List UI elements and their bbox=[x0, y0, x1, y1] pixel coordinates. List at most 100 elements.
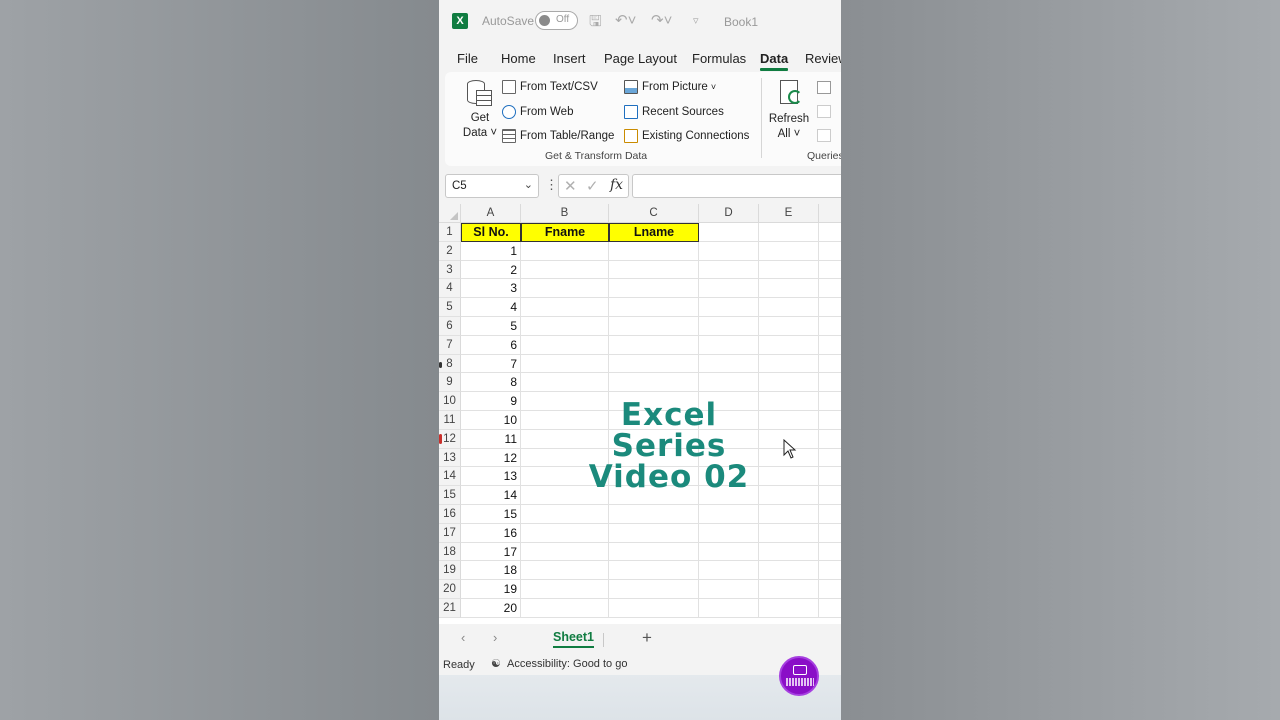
cell[interactable] bbox=[521, 542, 609, 562]
column-header-b[interactable]: B bbox=[521, 204, 609, 223]
row-header[interactable]: 3 bbox=[439, 260, 461, 280]
properties-icon[interactable] bbox=[817, 105, 831, 118]
cell[interactable] bbox=[609, 260, 699, 280]
cell[interactable] bbox=[759, 523, 819, 543]
undo-icon[interactable]: ↶˅ bbox=[615, 11, 636, 29]
cell[interactable] bbox=[819, 449, 841, 468]
cell[interactable]: 4 bbox=[461, 298, 521, 317]
row-header[interactable]: 5 bbox=[439, 298, 461, 317]
more-options-icon[interactable]: ⋮ bbox=[545, 177, 558, 193]
cell[interactable] bbox=[699, 279, 759, 299]
cell[interactable] bbox=[819, 261, 841, 280]
save-icon[interactable]: 🖫 bbox=[589, 11, 602, 36]
cell[interactable] bbox=[819, 373, 841, 393]
cell[interactable] bbox=[699, 298, 759, 317]
cell[interactable] bbox=[759, 561, 819, 581]
cell[interactable] bbox=[521, 298, 609, 317]
cell[interactable] bbox=[759, 505, 819, 524]
header-cell[interactable]: Sl No. bbox=[461, 223, 521, 242]
cell[interactable] bbox=[699, 561, 759, 581]
cell[interactable]: 15 bbox=[461, 505, 521, 524]
cell[interactable] bbox=[609, 298, 699, 317]
from-text-csv-button[interactable]: From Text/CSV bbox=[502, 80, 598, 94]
column-header-d[interactable]: D bbox=[699, 204, 759, 223]
row-header[interactable]: 7 bbox=[439, 335, 461, 355]
row-header[interactable]: 16 bbox=[439, 505, 461, 524]
row-header[interactable]: 13 bbox=[439, 448, 461, 468]
cell[interactable] bbox=[699, 523, 759, 543]
cell[interactable]: 2 bbox=[461, 260, 521, 280]
cell[interactable] bbox=[759, 223, 819, 242]
cell[interactable] bbox=[609, 580, 699, 599]
cell[interactable] bbox=[609, 354, 699, 374]
cell[interactable]: 17 bbox=[461, 542, 521, 562]
cell[interactable] bbox=[521, 580, 609, 599]
cell[interactable] bbox=[699, 505, 759, 524]
get-data-icon[interactable] bbox=[467, 80, 493, 108]
cell[interactable] bbox=[759, 298, 819, 317]
cell[interactable] bbox=[819, 392, 841, 411]
cell[interactable] bbox=[819, 279, 841, 299]
cell[interactable] bbox=[699, 241, 759, 261]
row-header[interactable]: 14 bbox=[439, 467, 461, 487]
cell[interactable]: 8 bbox=[461, 373, 521, 393]
queries-connections-icon[interactable] bbox=[817, 81, 831, 94]
get-data-button[interactable]: Data ˅ bbox=[459, 127, 501, 139]
cell[interactable] bbox=[819, 317, 841, 336]
cell[interactable]: 14 bbox=[461, 486, 521, 505]
from-picture-button[interactable]: From Picture ˅ bbox=[624, 80, 716, 94]
row-header[interactable]: 18 bbox=[439, 542, 461, 562]
recent-sources-button[interactable]: Recent Sources bbox=[624, 105, 724, 119]
cell[interactable] bbox=[521, 561, 609, 581]
select-all-corner[interactable] bbox=[439, 204, 461, 223]
cell[interactable]: 19 bbox=[461, 580, 521, 599]
row-header[interactable]: 8 bbox=[439, 354, 461, 374]
scroll-sheets-left-icon[interactable]: ‹ bbox=[461, 630, 465, 645]
cell[interactable]: 12 bbox=[461, 448, 521, 468]
accessibility-status[interactable]: ☯ Accessibility: Good to go bbox=[491, 658, 627, 670]
cell[interactable] bbox=[699, 223, 759, 242]
cell[interactable] bbox=[521, 373, 609, 393]
autosave-toggle[interactable]: Off bbox=[535, 11, 578, 30]
existing-connections-button[interactable]: Existing Connections bbox=[624, 129, 749, 143]
cell[interactable] bbox=[609, 542, 699, 562]
cell[interactable] bbox=[609, 317, 699, 336]
column-header-a[interactable]: A bbox=[461, 204, 521, 223]
cell[interactable] bbox=[699, 317, 759, 336]
cell[interactable] bbox=[699, 542, 759, 562]
cell[interactable] bbox=[819, 580, 841, 599]
cell[interactable]: 7 bbox=[461, 354, 521, 374]
row-header[interactable]: 11 bbox=[439, 411, 461, 430]
cell[interactable] bbox=[819, 561, 841, 581]
cell[interactable] bbox=[521, 241, 609, 261]
customize-qat-icon[interactable]: ▿ bbox=[693, 14, 699, 27]
cell[interactable] bbox=[819, 242, 841, 261]
cell[interactable]: 13 bbox=[461, 467, 521, 487]
from-web-button[interactable]: From Web bbox=[502, 105, 573, 119]
cell[interactable]: 9 bbox=[461, 392, 521, 411]
cell[interactable] bbox=[521, 317, 609, 336]
cell[interactable]: 5 bbox=[461, 317, 521, 336]
cell[interactable]: 1 bbox=[461, 241, 521, 261]
cell[interactable] bbox=[521, 335, 609, 355]
row-header[interactable]: 2 bbox=[439, 241, 461, 261]
tab-review[interactable]: Review bbox=[805, 51, 841, 66]
cell[interactable] bbox=[819, 505, 841, 524]
cell[interactable] bbox=[609, 599, 699, 618]
cell[interactable] bbox=[609, 523, 699, 543]
refresh-label[interactable]: Refresh bbox=[767, 113, 811, 125]
cell[interactable] bbox=[609, 373, 699, 393]
row-header[interactable]: 6 bbox=[439, 317, 461, 336]
cell[interactable] bbox=[521, 260, 609, 280]
row-header[interactable]: 9 bbox=[439, 373, 461, 393]
cell[interactable]: 3 bbox=[461, 279, 521, 299]
header-cell[interactable]: Lname bbox=[609, 223, 699, 242]
formula-input[interactable] bbox=[632, 174, 841, 198]
cell[interactable]: 16 bbox=[461, 523, 521, 543]
column-header-c[interactable]: C bbox=[609, 204, 699, 223]
enter-icon[interactable]: ✓ bbox=[586, 177, 599, 195]
cell[interactable]: 6 bbox=[461, 335, 521, 355]
cell[interactable] bbox=[819, 524, 841, 543]
row-header[interactable]: 12 bbox=[439, 429, 461, 449]
from-table-range-button[interactable]: From Table/Range bbox=[502, 129, 614, 143]
